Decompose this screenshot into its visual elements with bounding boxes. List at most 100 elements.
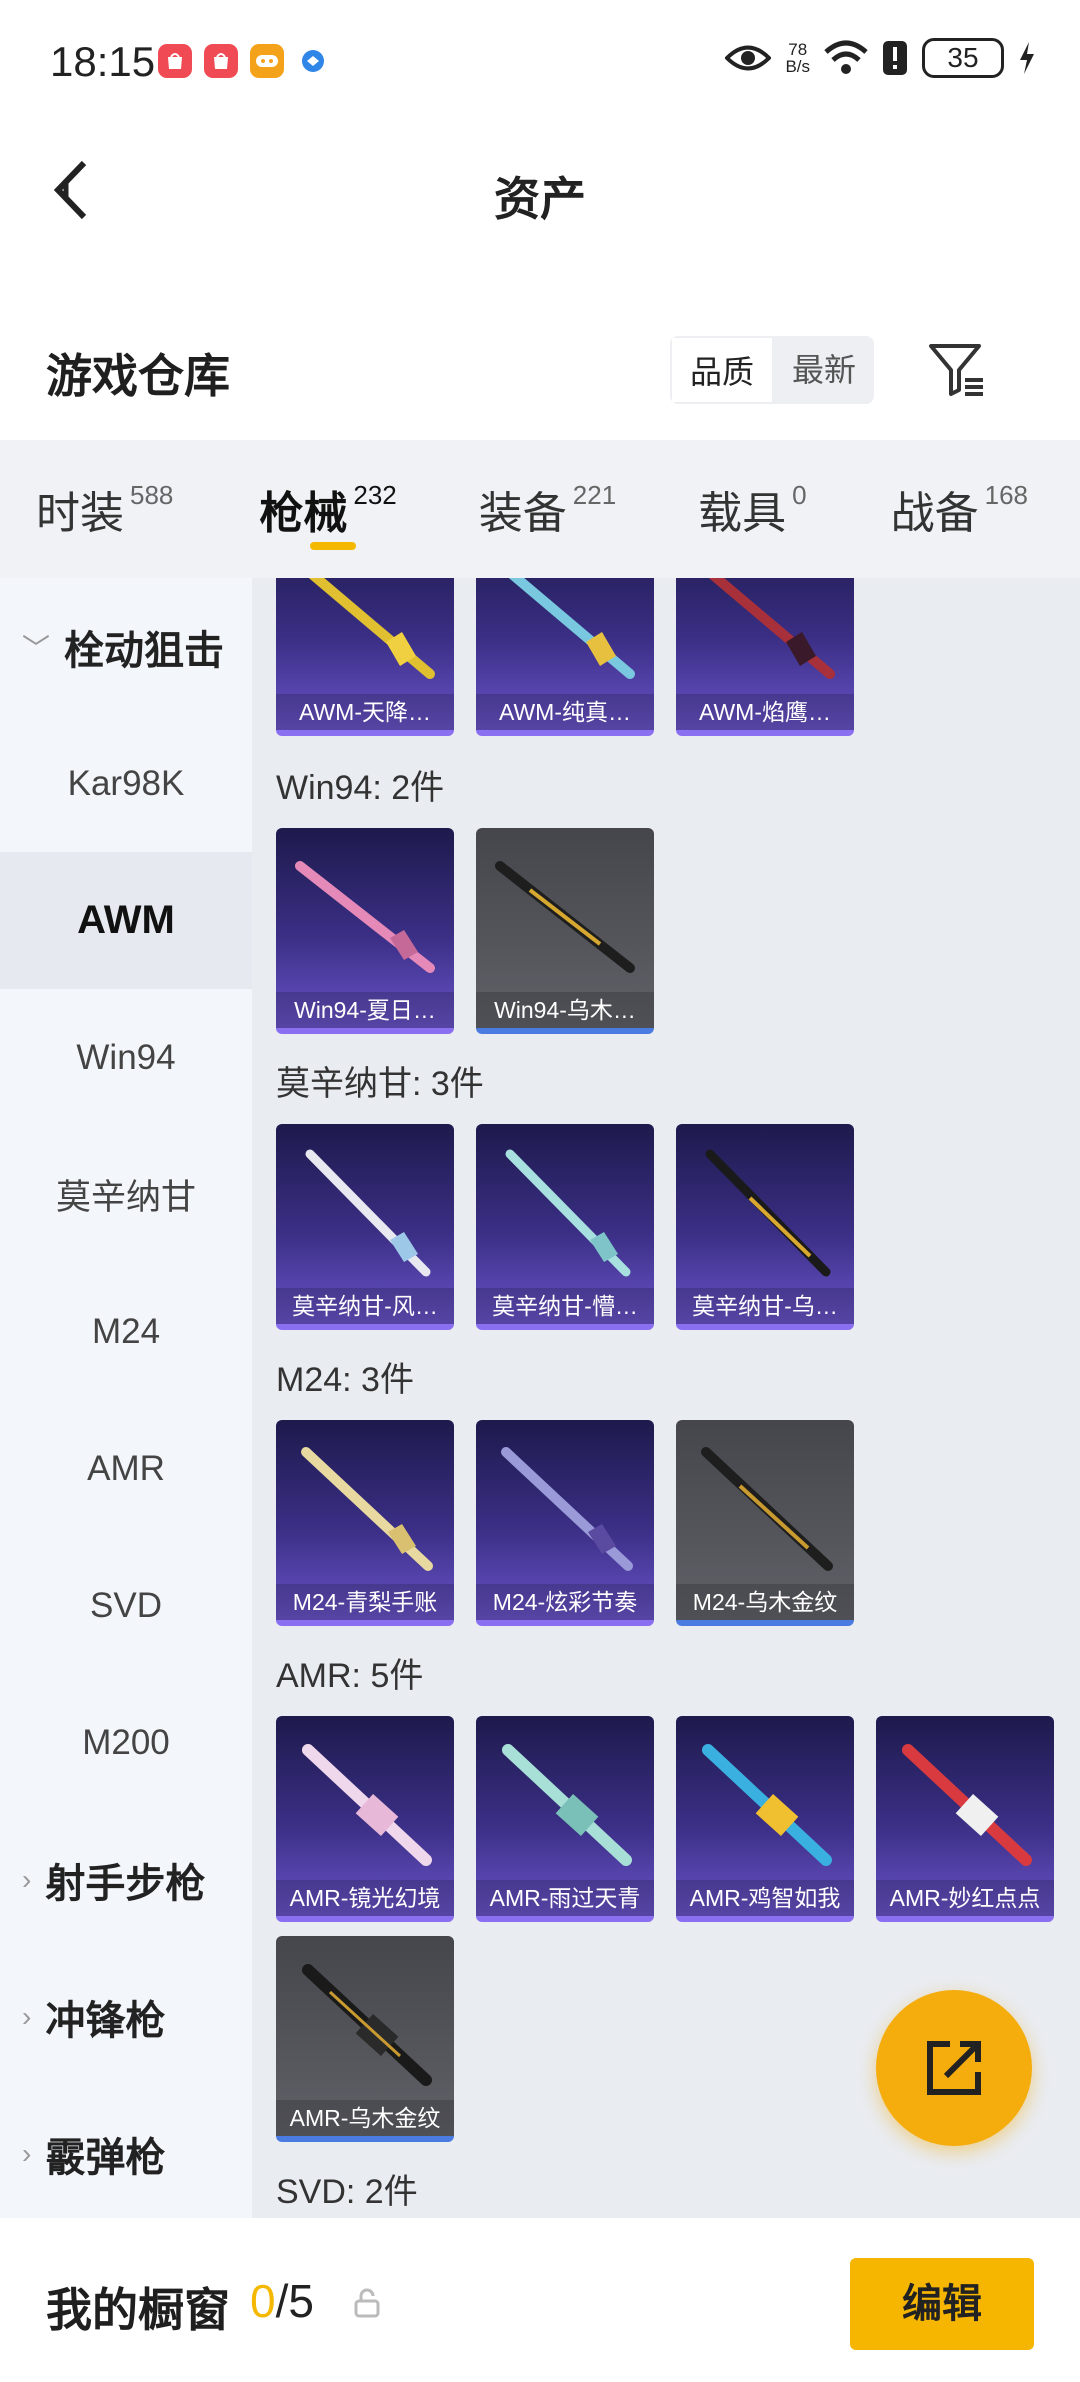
weapon-card[interactable]: Win94-乌木… bbox=[476, 828, 654, 1034]
rifle-icon bbox=[495, 861, 635, 973]
weapon-card-name: M24-乌木金纹 bbox=[676, 1584, 854, 1620]
status-bar: 18:15 78 B/s 35 bbox=[0, 0, 1080, 125]
weapon-card-name: AMR-雨过天青 bbox=[476, 1880, 654, 1916]
shopping-app-icon bbox=[158, 44, 192, 78]
status-time: 18:15 bbox=[50, 38, 156, 85]
nav-bar: 资产 bbox=[0, 125, 1080, 255]
rifle-icon bbox=[501, 1447, 633, 1571]
sort-quality-button[interactable]: 品质 bbox=[670, 336, 775, 404]
tab-label: 枪械 bbox=[259, 489, 348, 538]
tab-label: 战备 bbox=[890, 489, 979, 538]
group-label-svd: SVD: 2件 bbox=[276, 2173, 418, 2211]
weapon-card-name: AWM-天降… bbox=[276, 694, 454, 730]
weapon-card[interactable]: M24-青梨手账 bbox=[276, 1420, 454, 1626]
tab-supplies[interactable]: 战备 168 bbox=[819, 440, 1040, 578]
rifle-icon bbox=[505, 1149, 631, 1277]
tab-fashion[interactable]: 时装 588 bbox=[0, 440, 185, 578]
weapon-card[interactable]: M24-炫彩节奏 bbox=[476, 1420, 654, 1626]
tab-label: 时装 bbox=[36, 489, 124, 538]
sidenav-label: 冲锋枪 bbox=[45, 1998, 166, 2043]
weapon-card-name: AWM-纯真… bbox=[476, 694, 654, 730]
group-label-m24: M24: 3件 bbox=[276, 1361, 414, 1399]
rifle-icon bbox=[701, 1447, 833, 1571]
tab-vehicles[interactable]: 载具 0 bbox=[628, 440, 818, 578]
rifle-icon bbox=[508, 578, 635, 679]
weapon-card[interactable]: 莫辛纳甘-风… bbox=[276, 1124, 454, 1330]
sidenav-item-kar98k[interactable]: Kar98K bbox=[0, 715, 252, 852]
sidenav-label: 栓动狙击 bbox=[64, 628, 225, 673]
wifi-icon bbox=[824, 40, 868, 74]
status-indicators: 78 B/s 35 bbox=[725, 38, 1036, 78]
tab-count: 0 bbox=[792, 479, 807, 510]
weapon-card-name: AMR-镜光幻境 bbox=[276, 1880, 454, 1916]
rifle-icon bbox=[702, 1744, 832, 1866]
weapon-card[interactable]: AMR-乌木金纹 bbox=[276, 1936, 454, 2142]
tab-firearms[interactable]: 枪械 232 bbox=[185, 440, 408, 578]
sidenav-item-m200[interactable]: M200 bbox=[0, 1674, 252, 1811]
weapon-card-name: M24-炫彩节奏 bbox=[476, 1584, 654, 1620]
sidenav-item-mosin[interactable]: 莫辛纳甘 bbox=[0, 1126, 252, 1263]
tab-count: 168 bbox=[984, 479, 1029, 510]
tab-label: 载具 bbox=[698, 489, 787, 538]
tab-count: 232 bbox=[353, 479, 397, 510]
filter-icon bbox=[929, 344, 983, 396]
charging-icon bbox=[1020, 42, 1034, 74]
rifle-icon bbox=[902, 1744, 1032, 1866]
chevron-down-icon: ﹀ bbox=[22, 632, 51, 664]
weapon-card-name: 莫辛纳甘-乌… bbox=[676, 1288, 854, 1324]
rifle-icon bbox=[502, 1744, 632, 1866]
weapon-card[interactable]: AMR-镜光幻境 bbox=[276, 1716, 454, 1922]
sidenav-item-awm[interactable]: AWM bbox=[0, 852, 252, 989]
browser-icon bbox=[296, 44, 330, 78]
sidenav-group-bolt-action[interactable]: ﹀ 栓动狙击 bbox=[0, 578, 252, 715]
warehouse-title: 游戏仓库 bbox=[46, 350, 230, 402]
rifle-icon bbox=[305, 1149, 431, 1277]
sidenav-group-marksman[interactable]: › 射手步枪 bbox=[0, 1811, 252, 1948]
category-tabs: 时装 588 枪械 232 装备 221 载具 0 战备 168 bbox=[0, 440, 1080, 578]
group-label-amr: AMR: 5件 bbox=[276, 1657, 424, 1695]
rifle-icon bbox=[302, 1964, 432, 2086]
active-tab-indicator bbox=[310, 542, 356, 550]
weapon-card[interactable]: AMR-鸡智如我 bbox=[676, 1716, 854, 1922]
game-controller-icon bbox=[250, 44, 284, 78]
share-external-icon bbox=[927, 2041, 981, 2095]
filter-button[interactable] bbox=[925, 338, 989, 402]
weapon-card[interactable]: AWM-纯真… bbox=[476, 578, 654, 736]
sidenav-group-smg[interactable]: › 冲锋枪 bbox=[0, 1948, 252, 2085]
weapon-card[interactable]: 莫辛纳甘-懵… bbox=[476, 1124, 654, 1330]
weapon-card[interactable]: AMR-雨过天青 bbox=[476, 1716, 654, 1922]
sidenav-item-amr[interactable]: AMR bbox=[0, 1400, 252, 1537]
sidenav-item-win94[interactable]: Win94 bbox=[0, 989, 252, 1126]
weapon-card[interactable]: Win94-夏日… bbox=[276, 828, 454, 1034]
weapon-card[interactable]: AMR-妙红点点 bbox=[876, 1716, 1054, 1922]
share-button[interactable] bbox=[876, 1990, 1032, 2146]
weapon-card[interactable]: AWM-焰鹰… bbox=[676, 578, 854, 736]
tab-count: 221 bbox=[572, 479, 617, 510]
weapon-card-name: M24-青梨手账 bbox=[276, 1584, 454, 1620]
sort-newest-button[interactable]: 最新 bbox=[774, 336, 874, 404]
edit-button[interactable]: 编辑 bbox=[850, 2258, 1034, 2350]
weapon-card-name: AMR-妙红点点 bbox=[876, 1880, 1054, 1916]
warehouse-header: 游戏仓库 品质 最新 bbox=[0, 320, 1080, 440]
weapon-card-name: 莫辛纳甘-懵… bbox=[476, 1288, 654, 1324]
chevron-right-icon: › bbox=[22, 2137, 32, 2169]
sidenav-item-svd[interactable]: SVD bbox=[0, 1537, 252, 1674]
chevron-right-icon: › bbox=[22, 1863, 32, 1895]
network-speed: 78 B/s bbox=[785, 40, 810, 76]
tab-count: 588 bbox=[130, 479, 174, 510]
rifle-icon bbox=[295, 861, 435, 973]
weapon-card[interactable]: 莫辛纳甘-乌… bbox=[676, 1124, 854, 1330]
weapon-card[interactable]: AWM-天降… bbox=[276, 578, 454, 736]
tab-equipment[interactable]: 装备 221 bbox=[409, 440, 628, 578]
showcase-count: 0/5 bbox=[250, 2275, 314, 2327]
sidenav-item-m24[interactable]: M24 bbox=[0, 1263, 252, 1400]
showcase-title: 我的橱窗 bbox=[46, 2284, 230, 2336]
rifle-icon bbox=[708, 578, 835, 679]
sidenav-group-shotgun[interactable]: › 霰弹枪 bbox=[0, 2085, 252, 2222]
lock-icon bbox=[354, 2288, 380, 2318]
eye-icon bbox=[725, 45, 772, 71]
weapon-card[interactable]: M24-乌木金纹 bbox=[676, 1420, 854, 1626]
weapon-card-name: Win94-夏日… bbox=[276, 992, 454, 1028]
sort-toggle: 品质 最新 bbox=[670, 336, 875, 404]
rifle-icon bbox=[302, 1744, 432, 1866]
